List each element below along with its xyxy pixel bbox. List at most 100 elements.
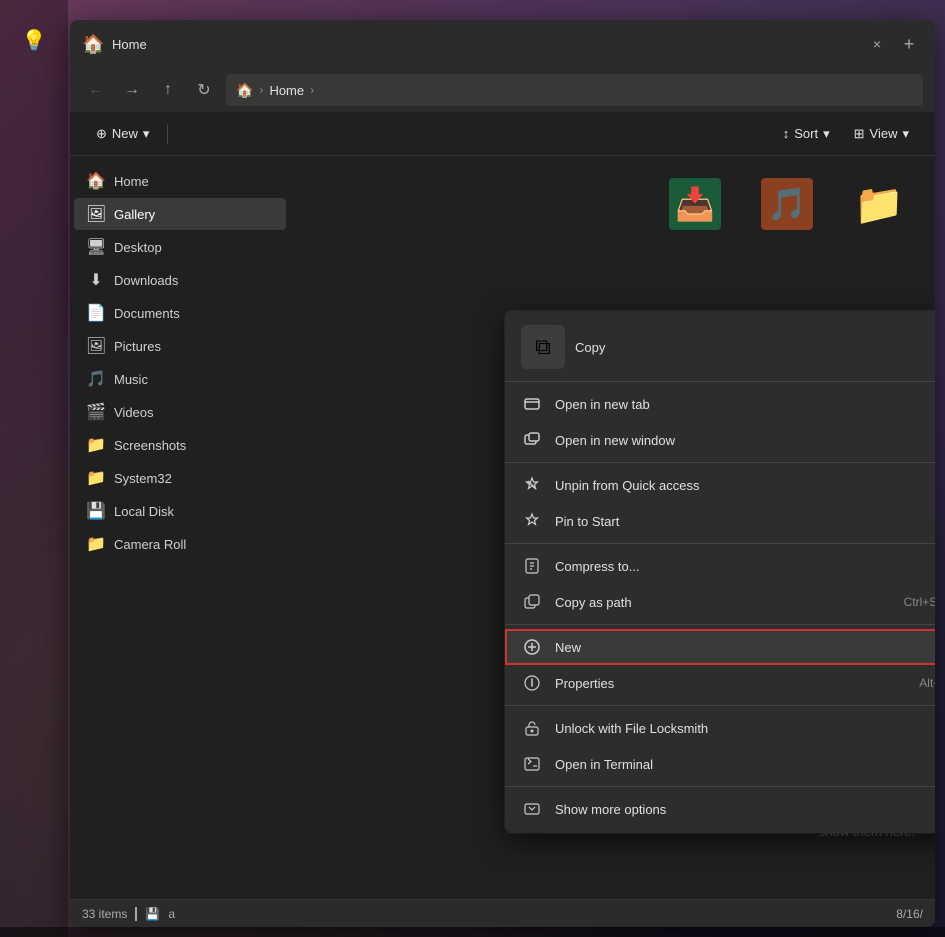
sort-icon: ↕ <box>783 126 790 141</box>
status-bar: 33 items 💾 a 8/16/ <box>70 899 935 927</box>
localdisk-sidebar-icon: 💾 <box>86 501 106 521</box>
refresh-icon: ↻ <box>197 80 210 100</box>
up-button[interactable]: ↑ <box>154 76 182 104</box>
context-menu-unpin[interactable]: Unpin from Quick access <box>505 467 935 503</box>
taskbar-area <box>0 927 945 937</box>
sidebar-item-gallery[interactable]: 🖼 Gallery <box>74 198 286 230</box>
up-icon: ↑ <box>164 81 172 99</box>
sidebar-system32-label: System32 <box>114 471 172 486</box>
sidebar-downloads-label: Downloads <box>114 273 178 288</box>
drive-label: a <box>168 907 175 921</box>
sort-label: Sort <box>794 126 818 141</box>
context-menu-open-new-tab[interactable]: Open in new tab <box>505 386 935 422</box>
context-menu-unlock[interactable]: Unlock with File Locksmith <box>505 710 935 746</box>
pictures-sidebar-icon: 🖼 <box>86 336 106 356</box>
show-more-icon <box>521 798 543 820</box>
context-divider-4 <box>505 705 935 706</box>
copy-label: Copy <box>575 340 605 355</box>
lamp-icon: 💡 <box>14 20 54 60</box>
view-button[interactable]: ⊞ View ▾ <box>844 118 919 150</box>
context-menu-open-new-window[interactable]: Open in new window <box>505 422 935 458</box>
content-area: 📥 🎵 📁 show them here. <box>290 156 935 899</box>
new-label: New <box>112 126 138 141</box>
gallery-sidebar-icon: 🖼 <box>86 204 106 224</box>
sidebar-item-home[interactable]: 🏠 Home <box>74 165 286 197</box>
screenshots-sidebar-icon: 📁 <box>86 435 106 455</box>
context-menu: ⧉ Copy Open in new tab <box>505 311 935 833</box>
sidebar-item-cameraroll[interactable]: 📁 Camera Roll <box>74 528 286 560</box>
sidebar-item-desktop[interactable]: 🖥 Desktop <box>74 231 286 263</box>
sidebar-item-downloads[interactable]: ⬇ Downloads <box>74 264 286 296</box>
sidebar-desktop-label: Desktop <box>114 240 162 255</box>
system32-sidebar-icon: 📁 <box>86 468 106 488</box>
address-bar[interactable]: 🏠 › Home › <box>226 74 923 106</box>
context-divider-3 <box>505 624 935 625</box>
properties-label: Properties <box>555 676 907 691</box>
explorer-window: 🏠 Home × + ← → ↑ ↻ 🏠 › Home › ⊕ New ▾ <box>70 20 935 927</box>
terminal-icon <box>521 753 543 775</box>
context-menu-compress[interactable]: Compress to... › <box>505 548 935 584</box>
new-button[interactable]: ⊕ New ▾ <box>86 118 159 150</box>
sidebar: 🏠 Home 🖼 Gallery 🖥 Desktop ⬇ Downloads 📄… <box>70 156 290 899</box>
open-new-tab-icon <box>521 393 543 415</box>
context-menu-properties[interactable]: Properties Alt+Enter <box>505 665 935 701</box>
back-icon: ← <box>88 81 104 99</box>
music-sidebar-icon: 🎵 <box>86 369 106 389</box>
home-sidebar-icon: 🏠 <box>86 171 106 191</box>
compress-label: Compress to... <box>555 559 935 574</box>
title-bar: 🏠 Home × + <box>70 20 935 68</box>
open-new-window-label: Open in new window <box>555 433 935 448</box>
new-menu-icon <box>521 636 543 658</box>
sort-button[interactable]: ↕ Sort ▾ <box>773 118 840 150</box>
desktop-sidebar-icon: 🖥 <box>86 237 106 257</box>
sidebar-item-system32[interactable]: 📁 System32 <box>74 462 286 494</box>
unlock-label: Unlock with File Locksmith <box>555 721 935 736</box>
sidebar-item-videos[interactable]: 🎬 Videos <box>74 396 286 428</box>
sidebar-item-screenshots[interactable]: 📁 Screenshots <box>74 429 286 461</box>
context-menu-terminal[interactable]: Open in Terminal <box>505 746 935 782</box>
tab-new-button[interactable]: + <box>895 30 923 58</box>
terminal-label: Open in Terminal <box>555 757 935 772</box>
context-menu-copy-path[interactable]: Copy as path Ctrl+Shift+C <box>505 584 935 620</box>
sidebar-item-pictures[interactable]: 🖼 Pictures <box>74 330 286 362</box>
sort-dropdown-icon: ▾ <box>823 126 830 142</box>
toolbar-separator-1 <box>167 124 168 144</box>
copy-path-icon <box>521 591 543 613</box>
context-menu-show-more[interactable]: Show more options <box>505 791 935 827</box>
address-sep-1: › <box>259 83 263 97</box>
sidebar-cameraroll-label: Camera Roll <box>114 537 186 552</box>
generic-folder-item[interactable]: 📁 <box>839 172 919 262</box>
left-edge-panel: 💡 <box>0 0 68 937</box>
unpin-icon <box>521 474 543 496</box>
downloads-folder-item[interactable]: 📥 <box>655 172 735 262</box>
sidebar-home-label: Home <box>114 174 149 189</box>
sidebar-item-localdisk[interactable]: 💾 Local Disk <box>74 495 286 527</box>
context-menu-new[interactable]: New › 📁 Folder <box>505 629 935 665</box>
copy-icon-box: ⧉ <box>521 325 565 369</box>
downloads-sidebar-icon: ⬇ <box>86 270 106 290</box>
item-count: 33 items <box>82 907 127 921</box>
sidebar-item-music[interactable]: 🎵 Music <box>74 363 286 395</box>
date-display: 8/16/ <box>896 907 923 921</box>
drive-icon: 💾 <box>145 907 160 921</box>
home-icon: 🏠 <box>236 82 253 99</box>
toolbar: ⊕ New ▾ ↕ Sort ▾ ⊞ View ▾ <box>70 112 935 156</box>
context-menu-pin-to-start[interactable]: Pin to Start <box>505 503 935 539</box>
sidebar-gallery-label: Gallery <box>114 207 155 222</box>
sidebar-item-documents[interactable]: 📄 Documents <box>74 297 286 329</box>
music-folder-item[interactable]: 🎵 <box>747 172 827 262</box>
back-button[interactable]: ← <box>82 76 110 104</box>
context-menu-copy-section[interactable]: ⧉ Copy <box>505 317 935 382</box>
tab-close-button[interactable]: × <box>863 30 891 58</box>
new-dropdown-icon: ▾ <box>143 126 150 142</box>
forward-button[interactable]: → <box>118 76 146 104</box>
sidebar-screenshots-label: Screenshots <box>114 438 186 453</box>
copy-path-shortcut: Ctrl+Shift+C <box>904 595 935 609</box>
status-cursor <box>135 907 137 921</box>
refresh-button[interactable]: ↻ <box>190 76 218 104</box>
music-folder-icon: 🎵 <box>761 178 813 230</box>
copy-path-label: Copy as path <box>555 595 892 610</box>
cameraroll-sidebar-icon: 📁 <box>86 534 106 554</box>
forward-icon: → <box>124 81 140 99</box>
sidebar-pictures-label: Pictures <box>114 339 161 354</box>
